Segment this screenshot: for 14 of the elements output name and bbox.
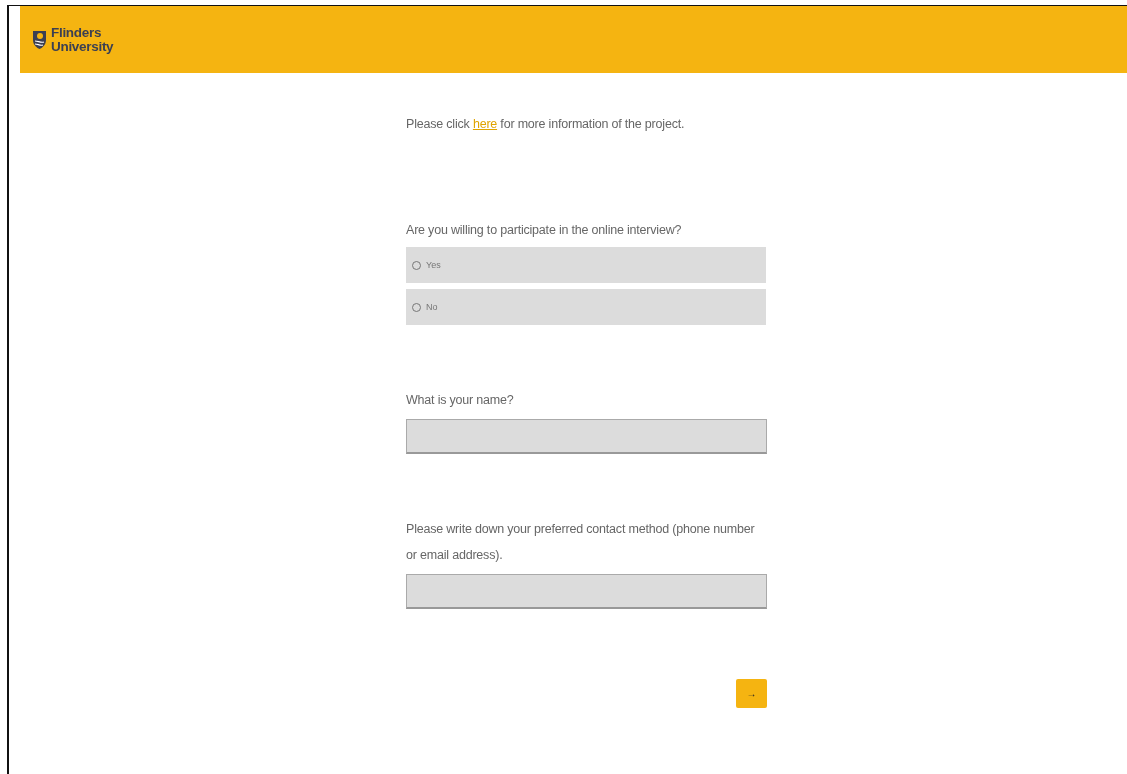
info-link[interactable]: here: [472, 117, 498, 131]
shield-logo-icon: [32, 29, 47, 50]
answer-option[interactable]: Yes: [406, 247, 766, 283]
text-input-field[interactable]: [406, 574, 767, 609]
next-button[interactable]: →: [736, 679, 767, 708]
answer-option[interactable]: No: [406, 289, 766, 325]
university-logo-text: Flinders University: [51, 25, 114, 54]
option-label: No: [426, 302, 438, 312]
text-input-field[interactable]: [406, 419, 767, 454]
option-label: Yes: [426, 260, 441, 270]
question-text: Please write down your preferred contact method (phone number or email address).: [406, 521, 756, 564]
intro-sentence: Please click here for more information of the project.: [406, 117, 686, 131]
question-text: What is your name?: [406, 392, 515, 409]
question-text: Are you willing to participate in the online interview?: [406, 222, 683, 239]
